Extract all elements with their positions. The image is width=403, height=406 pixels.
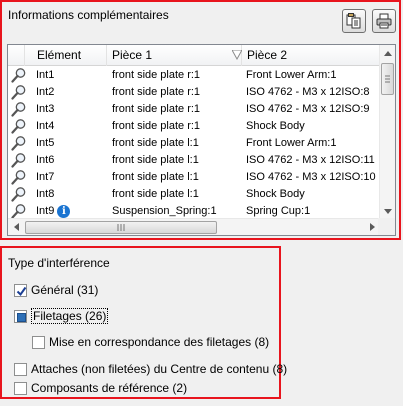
column-header-piece2[interactable]: Pièce 2 — [242, 45, 380, 66]
scroll-left-button[interactable] — [8, 219, 24, 235]
table-row[interactable]: Int5 front side plate l:1 Front Lower Arm:… — [8, 135, 380, 152]
reference-components-label: Composants de référence (2) — [31, 381, 188, 395]
thread-matching-label: Mise en correspondance des filetages (8) — [49, 335, 270, 349]
scroll-down-button[interactable] — [380, 203, 395, 219]
element-name: Int8 — [36, 188, 55, 200]
cell-element: Int8 — [36, 186, 106, 203]
interference-type-panel: Type d'interférence Général (31) Filetag… — [0, 246, 287, 399]
vertical-scroll-thumb[interactable] — [381, 63, 394, 95]
interference-type-title: Type d'interférence — [8, 256, 110, 270]
thread-matching-checkbox[interactable] — [32, 335, 45, 349]
table-row[interactable]: Int3 front side plate r:1 ISO 4762 - M3 x … — [8, 101, 380, 118]
element-name: Int7 — [36, 171, 55, 183]
reference-components-checkbox[interactable] — [14, 381, 27, 395]
column-header-element[interactable]: Elément — [25, 45, 107, 66]
option-filetages[interactable]: Filetages (26) — [14, 308, 109, 324]
element-name: Int1 — [36, 69, 55, 81]
header-icon-column — [8, 45, 25, 66]
element-name: Int3 — [36, 103, 55, 115]
element-name: Int6 — [36, 154, 55, 166]
cell-piece1: front side plate r:1 — [112, 69, 201, 81]
cell-piece1: front side plate r:1 — [112, 120, 201, 132]
cell-piece2: ISO 4762 - M3 x 12ISO:11 — [246, 154, 375, 166]
table-row[interactable]: Int6 front side plate l:1 ISO 4762 - M3 x … — [8, 152, 380, 169]
cell-piece1: front side plate r:1 — [112, 103, 201, 115]
cell-piece2: ISO 4762 - M3 x 12ISO:8 — [246, 86, 370, 98]
element-name: Int4 — [36, 120, 55, 132]
cell-element: Int7 — [36, 169, 106, 186]
table-row[interactable]: Int1 front side plate r:1 Front Lower Arm:… — [8, 67, 380, 84]
cell-piece1: front side plate l:1 — [112, 171, 199, 183]
element-name: Int5 — [36, 137, 55, 149]
cell-piece2: Front Lower Arm:1 — [246, 137, 337, 149]
cell-element: Int1 — [36, 67, 106, 84]
horizontal-scrollbar[interactable] — [8, 218, 380, 235]
general-checkbox[interactable] — [14, 283, 27, 297]
option-reference-components[interactable]: Composants de référence (2) — [14, 381, 187, 395]
filetages-label: Filetages (26) — [31, 308, 109, 324]
cell-piece2: Shock Body — [246, 120, 305, 132]
cell-piece1: front side plate l:1 — [112, 154, 199, 166]
cell-piece2: Front Lower Arm:1 — [246, 69, 337, 81]
cell-piece1: front side plate r:1 — [112, 86, 201, 98]
fasteners-checkbox[interactable] — [14, 362, 27, 376]
cell-piece1: front side plate l:1 — [112, 137, 199, 149]
cell-element: Int4 — [36, 118, 106, 135]
sort-indicator-icon — [231, 49, 243, 63]
element-name: Int2 — [36, 86, 55, 98]
element-name: Int9 — [36, 205, 55, 217]
cell-piece2: Shock Body — [246, 188, 305, 200]
scrollbar-corner — [378, 218, 395, 235]
interference-table[interactable]: Elément Pièce 1 Pièce 2 Int1 front side p… — [7, 44, 396, 236]
horizontal-scroll-thumb[interactable] — [25, 221, 217, 234]
additional-info-title: Informations complémentaires — [8, 8, 169, 22]
vertical-scrollbar[interactable] — [379, 45, 395, 219]
printer-icon — [376, 13, 392, 29]
cell-element: Int2 — [36, 84, 106, 101]
cell-piece2: ISO 4762 - M3 x 12ISO:9 — [246, 103, 370, 115]
fasteners-label: Attaches (non filetées) du Centre de con… — [31, 362, 288, 376]
option-thread-matching[interactable]: Mise en correspondance des filetages (8) — [32, 335, 269, 349]
filetages-checkbox[interactable] — [14, 309, 27, 323]
cell-piece2: ISO 4762 - M3 x 12ISO:10 — [246, 171, 376, 183]
general-label: Général (31) — [31, 283, 99, 297]
info-icon[interactable]: i — [57, 204, 71, 218]
scroll-up-button[interactable] — [380, 45, 395, 61]
column-header-piece1[interactable]: Pièce 1 — [107, 45, 242, 66]
table-header: Elément Pièce 1 Pièce 2 — [8, 45, 380, 66]
option-fasteners[interactable]: Attaches (non filetées) du Centre de con… — [14, 362, 287, 376]
copy-to-clipboard-icon — [346, 13, 362, 29]
table-row[interactable]: Int2 front side plate r:1 ISO 4762 - M3 x … — [8, 84, 380, 101]
table-row[interactable]: Int4 front side plate r:1 Shock Body — [8, 118, 380, 135]
copy-button[interactable] — [342, 9, 366, 33]
cell-element: Int6 — [36, 152, 106, 169]
cell-element: Int3 — [36, 101, 106, 118]
table-row[interactable]: Int7 front side plate l:1 ISO 4762 - M3 x … — [8, 169, 380, 186]
option-general[interactable]: Général (31) — [14, 283, 98, 297]
table-row[interactable]: Int8 front side plate l:1 Shock Body — [8, 186, 380, 203]
additional-info-panel: Informations complémentaires Elément Piè… — [0, 0, 401, 240]
print-button[interactable] — [372, 9, 396, 33]
cell-element: Int5 — [36, 135, 106, 152]
cell-piece1: front side plate l:1 — [112, 188, 199, 200]
